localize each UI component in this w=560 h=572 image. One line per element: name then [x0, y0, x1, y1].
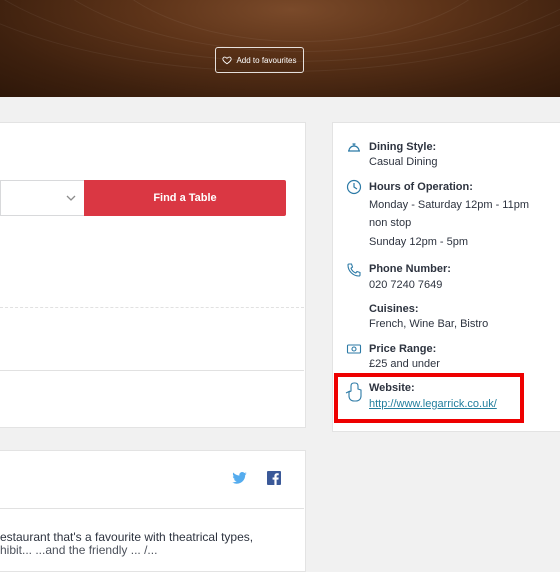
cuisines-value: French, Wine Bar, Bistro	[369, 318, 489, 330]
hours-line: Monday - Saturday 12pm - 11pm	[369, 199, 529, 211]
twitter-icon[interactable]	[232, 472, 247, 484]
find-table-button[interactable]: Find a Table	[84, 180, 286, 216]
hours-label: Hours of Operation:	[369, 181, 473, 193]
reservation-card	[0, 122, 306, 428]
cuisines-label: Cuisines:	[369, 303, 419, 315]
facebook-icon[interactable]	[267, 471, 281, 485]
hours-line: non stop	[369, 217, 412, 229]
dining-bell-icon	[348, 143, 360, 152]
price-range-value: £25 and under	[369, 358, 440, 370]
find-table-label: Find a Table	[153, 192, 217, 204]
hours-line: Sunday 12pm - 5pm	[369, 236, 469, 248]
phone-icon	[347, 263, 361, 277]
favourite-label: Add to favourites	[236, 55, 297, 65]
banknote-icon	[346, 344, 362, 354]
dining-style-label: Dining Style:	[369, 141, 437, 153]
chevron-down-icon[interactable]	[66, 195, 76, 201]
dining-style-value: Casual Dining	[369, 156, 438, 168]
heart-icon	[222, 56, 233, 65]
clock-icon	[346, 179, 362, 195]
divider	[0, 370, 304, 371]
divider	[0, 508, 304, 509]
divider	[0, 307, 304, 308]
price-range-label: Price Range:	[369, 343, 437, 355]
hero-banner: Add to favourites	[0, 0, 560, 97]
phone-value: 020 7240 7649	[369, 279, 443, 291]
highlight-box	[334, 373, 524, 423]
about-text-line: hibit... ...and the friendly ... /...	[0, 543, 158, 557]
phone-label: Phone Number:	[369, 263, 451, 275]
add-to-favourites-button[interactable]: Add to favourites	[215, 47, 304, 73]
